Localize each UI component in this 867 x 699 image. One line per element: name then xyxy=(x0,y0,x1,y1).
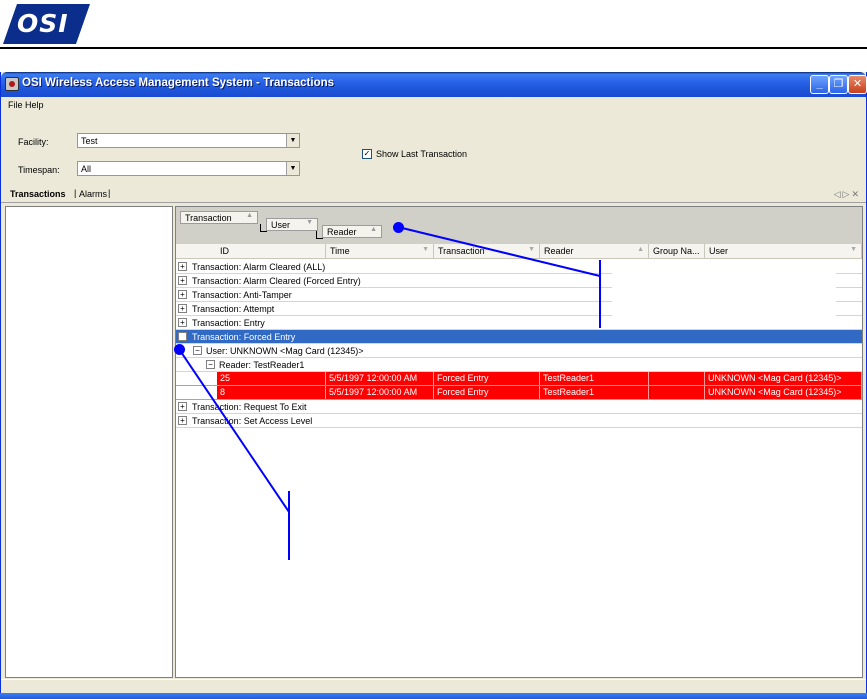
callout-line-groupby xyxy=(397,226,601,277)
callout-line-expand xyxy=(178,348,290,513)
callout-bar-groupby xyxy=(599,260,601,328)
callout-dot-expand xyxy=(174,344,185,355)
callout-lines xyxy=(178,226,601,513)
callout-bar-expand xyxy=(288,491,290,560)
